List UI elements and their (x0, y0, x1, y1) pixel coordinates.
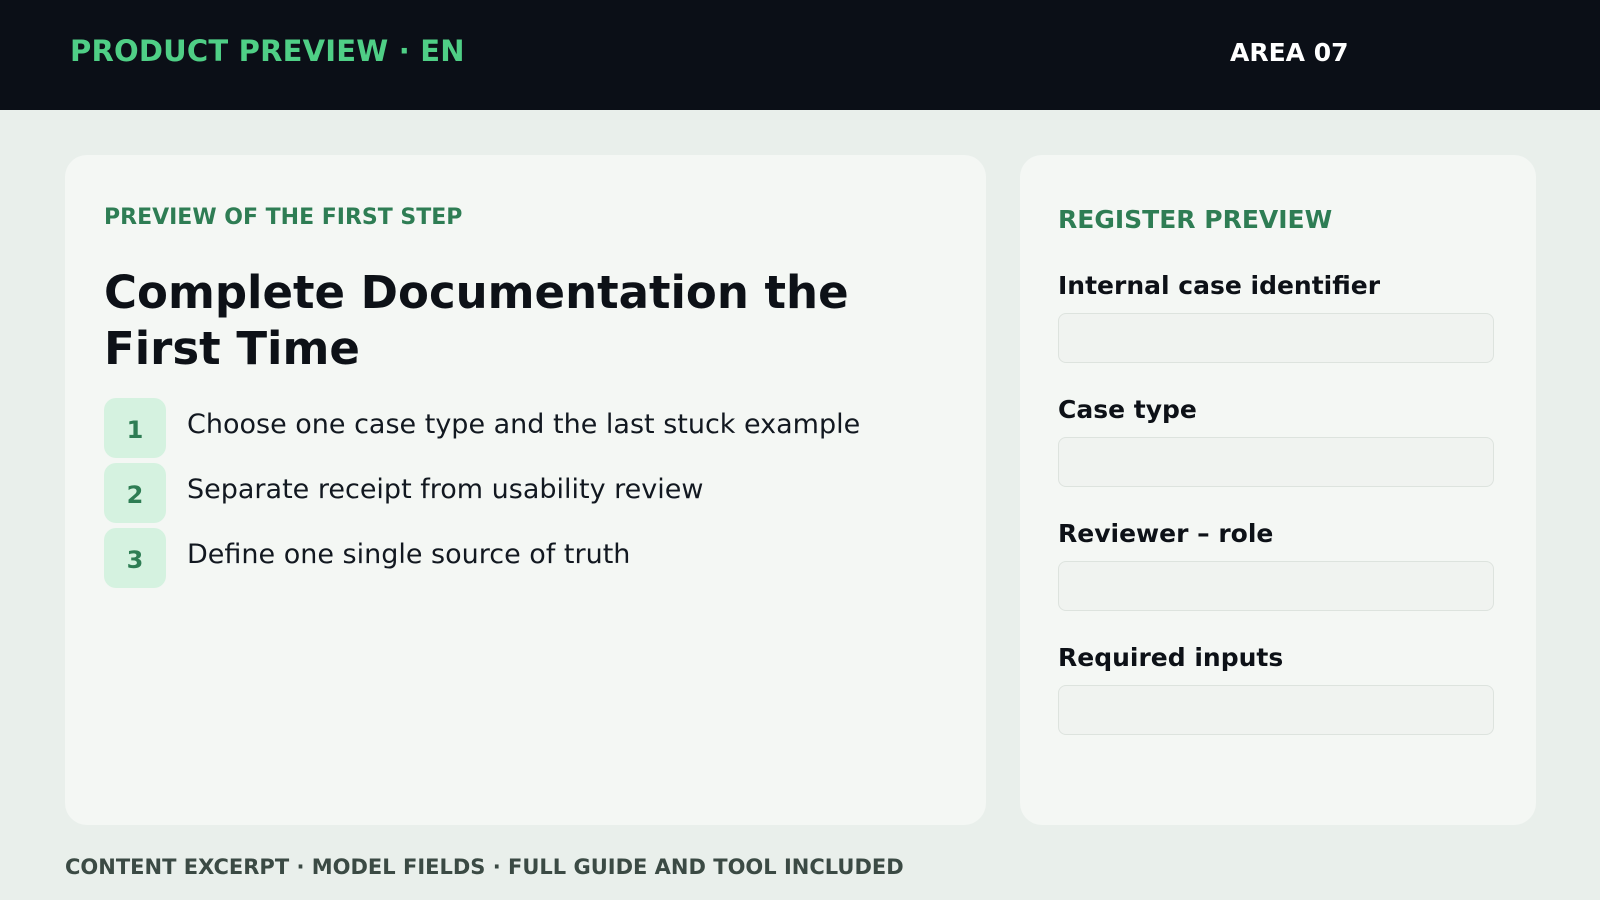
reviewer-role-input[interactable] (1058, 561, 1494, 611)
field-case-type: Case type (1058, 395, 1494, 487)
step-item: 1 Choose one case type and the last stuc… (104, 398, 860, 458)
step-list: 1 Choose one case type and the last stuc… (104, 398, 860, 593)
field-label: Internal case identifier (1058, 271, 1381, 300)
step-item: 2 Separate receipt from usability review (104, 463, 860, 523)
case-type-input[interactable] (1058, 437, 1494, 487)
step-text: Choose one case type and the last stuck … (187, 408, 861, 440)
preview-eyebrow: PREVIEW OF THE FIRST STEP (104, 205, 463, 230)
register-preview-card: REGISTER PREVIEW Internal case identifie… (1020, 155, 1536, 825)
footer-note: CONTENT EXCERPT · MODEL FIELDS · FULL GU… (65, 855, 904, 879)
top-bar: PRODUCT PREVIEW · EN AREA 07 (0, 0, 1600, 110)
step-preview-card: PREVIEW OF THE FIRST STEP Complete Docum… (65, 155, 986, 825)
field-required-inputs: Required inputs (1058, 643, 1494, 735)
step-item: 3 Define one single source of truth (104, 528, 860, 588)
step-number-badge: 3 (104, 528, 166, 588)
page-title: Complete Documentation the First Time (104, 266, 849, 375)
field-case-identifier: Internal case identifier (1058, 271, 1494, 363)
step-text: Define one single source of truth (187, 538, 631, 570)
step-text: Separate receipt from usability review (187, 473, 704, 505)
brand-title: PRODUCT PREVIEW · EN (70, 34, 465, 68)
step-number-badge: 2 (104, 463, 166, 523)
case-identifier-input[interactable] (1058, 313, 1494, 363)
step-number-badge: 1 (104, 398, 166, 458)
field-label: Reviewer – role (1058, 519, 1274, 548)
required-inputs-input[interactable] (1058, 685, 1494, 735)
field-label: Case type (1058, 395, 1197, 424)
register-title: REGISTER PREVIEW (1058, 205, 1333, 234)
field-reviewer-role: Reviewer – role (1058, 519, 1494, 611)
area-label: AREA 07 (1230, 38, 1349, 67)
field-label: Required inputs (1058, 643, 1284, 672)
